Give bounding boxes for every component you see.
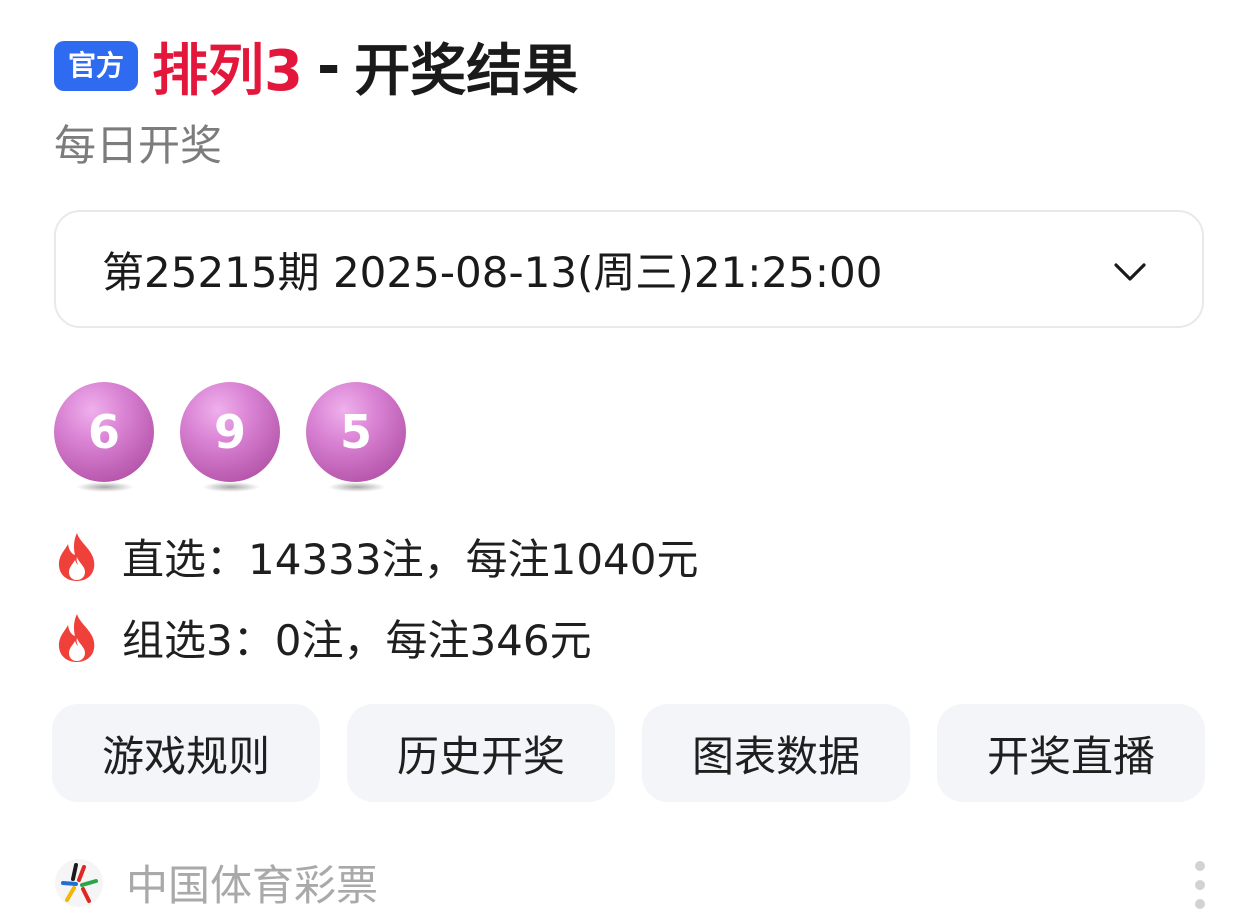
issue-dropdown[interactable]: 第25215期 2025-08-13(周三)21:25:00 <box>54 210 1204 328</box>
prize-row-direct: 直选：14333注，每注1040元 <box>54 526 699 587</box>
winning-numbers: 6 9 5 <box>54 382 432 492</box>
ball-shadow <box>76 482 134 492</box>
number-ball-value: 9 <box>180 382 280 482</box>
official-badge: 官方 <box>54 41 139 91</box>
chevron-down-icon <box>1114 263 1146 281</box>
ball-shadow <box>328 482 386 492</box>
prize-row-group3: 组选3：0注，每注346元 <box>54 607 592 668</box>
number-ball: 9 <box>180 382 282 492</box>
china-sports-lottery-logo <box>55 858 103 907</box>
chart-data-button[interactable]: 图表数据 <box>642 704 910 802</box>
source-attribution[interactable]: 中国体育彩票 <box>54 852 378 913</box>
prize-text: 直选：14333注，每注1040元 <box>122 535 699 584</box>
draw-history-button[interactable]: 历史开奖 <box>347 704 615 802</box>
ball-shadow <box>202 482 260 492</box>
live-draw-button[interactable]: 开奖直播 <box>937 704 1205 802</box>
action-buttons: 游戏规则 历史开奖 图表数据 开奖直播 <box>52 704 1205 802</box>
game-name: 排列3 <box>152 38 303 104</box>
page-title: 开奖结果 <box>354 38 579 104</box>
page-header: 官方 排列3 - 开奖结果 <box>54 30 578 104</box>
issue-label: 第25215期 2025-08-13(周三)21:25:00 <box>102 247 883 297</box>
number-ball-value: 5 <box>306 382 406 482</box>
fire-icon <box>58 532 95 581</box>
game-rules-button[interactable]: 游戏规则 <box>52 704 320 802</box>
number-ball: 6 <box>54 382 156 492</box>
source-name: 中国体育彩票 <box>126 861 379 910</box>
title-separator: - <box>316 33 341 99</box>
number-ball-value: 6 <box>54 382 154 482</box>
prize-text: 组选3：0注，每注346元 <box>122 616 592 665</box>
number-ball: 5 <box>306 382 408 492</box>
more-vertical-icon[interactable] <box>1190 856 1210 916</box>
fire-icon <box>58 613 95 662</box>
draw-frequency: 每日开奖 <box>54 121 223 170</box>
